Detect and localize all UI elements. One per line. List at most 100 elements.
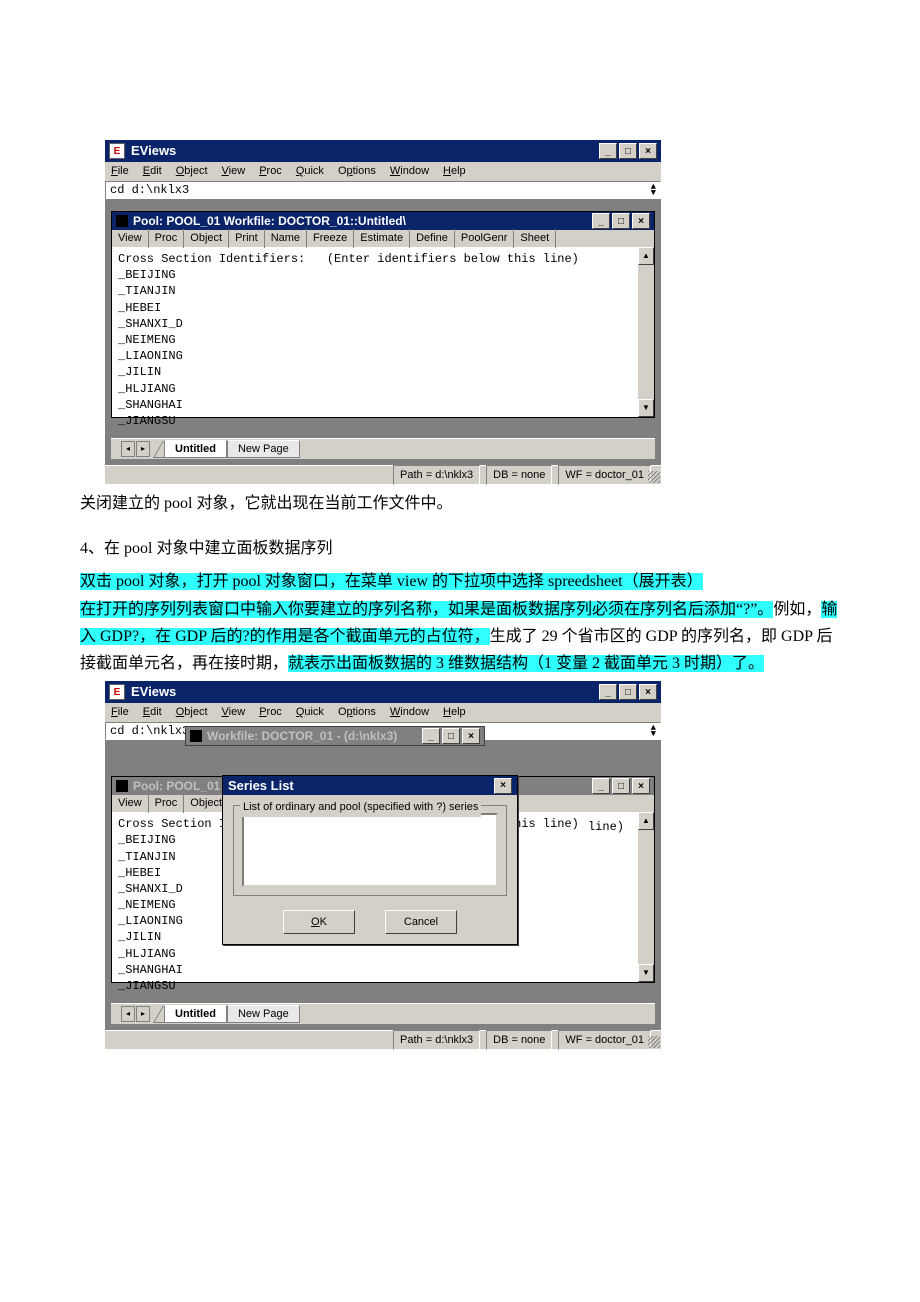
eviews-window-2: E EViews _ □ × File Edit Object View Pro… — [105, 681, 661, 1049]
tab-prev[interactable]: ◂ — [121, 1006, 135, 1022]
tb-object[interactable]: Object — [184, 229, 229, 248]
pool-minimize-button[interactable]: _ — [592, 213, 610, 229]
tb-estimate[interactable]: Estimate — [354, 229, 410, 248]
status-path: Path = d:\nklx3 — [393, 465, 480, 486]
command-text: cd d:\nklx3 — [110, 721, 189, 741]
close-button[interactable]: × — [639, 143, 657, 159]
pool-window-inactive: Pool: POOL_01 Workfile: DOCTOR_01::Untit… — [111, 776, 655, 983]
pool-window: Pool: POOL_01 Workfile: DOCTOR_01::Untit… — [111, 211, 655, 418]
series-list-dialog: Series List × List of ordinary and pool … — [222, 775, 518, 945]
tab-newpage[interactable]: New Page — [227, 1005, 300, 1023]
dialog-titlebar[interactable]: Series List × — [223, 776, 517, 795]
tb-name[interactable]: Name — [265, 229, 307, 248]
wf-maximize-button[interactable]: □ — [442, 728, 460, 744]
menu-help[interactable]: Help — [443, 703, 466, 722]
menu-window[interactable]: Window — [390, 703, 429, 722]
command-scroll[interactable]: ▲▼ — [651, 725, 656, 737]
pool-minimize-button[interactable]: _ — [592, 778, 610, 794]
visible-text-fragment: line) — [588, 817, 624, 837]
menu-view[interactable]: View — [222, 703, 246, 722]
status-bar: Path = d:\nklx3 DB = none WF = doctor_01 — [105, 1030, 661, 1049]
pool-titlebar[interactable]: Pool: POOL_01 Workfile: DOCTOR_01::Untit… — [112, 212, 654, 230]
status-wf: WF = doctor_01 — [558, 465, 651, 486]
para-close-pool: 关闭建立的 pool 对象，它就出现在当前工作文件中。 — [80, 490, 840, 517]
mdi-area: Pool: POOL_01 Workfile: DOCTOR_01::Untit… — [105, 199, 661, 465]
ok-button[interactable]: OK — [283, 910, 355, 934]
hl-instruction-1: 双击 pool 对象，打开 pool 对象窗口，在菜单 view 的下拉项中选择… — [80, 573, 703, 590]
tab-prev[interactable]: ◂ — [121, 441, 135, 457]
minimize-button[interactable]: _ — [599, 684, 617, 700]
resize-grip-icon[interactable] — [648, 471, 660, 483]
command-text: cd d:\nklx3 — [110, 180, 189, 200]
menu-options[interactable]: Options — [338, 703, 376, 722]
command-input[interactable]: cd d:\nklx3 ▲▼ — [105, 181, 661, 199]
tab-untitled[interactable]: Untitled — [164, 1005, 227, 1023]
tb-proc[interactable]: Proc — [149, 229, 185, 248]
series-fieldset: List of ordinary and pool (specified wit… — [233, 805, 507, 896]
tab-next[interactable]: ▸ — [136, 1006, 150, 1022]
workfile-window-inactive[interactable]: Workfile: DOCTOR_01 - (d:\nklx3) _ □ × — [185, 726, 485, 746]
menu-window[interactable]: Window — [390, 162, 429, 181]
app-icon: E — [109, 684, 125, 700]
titlebar[interactable]: E EViews _ □ × — [105, 140, 661, 162]
status-db: DB = none — [486, 465, 552, 486]
eviews-window-1: E EViews _ □ × File Edit Object View Pro… — [105, 140, 661, 484]
tb-view[interactable]: View — [112, 794, 149, 813]
menu-edit[interactable]: Edit — [143, 162, 162, 181]
maximize-button[interactable]: □ — [619, 143, 637, 159]
pool-icon — [116, 215, 128, 227]
tb-sheet[interactable]: Sheet — [514, 229, 556, 248]
menu-help[interactable]: Help — [443, 162, 466, 181]
menu-options[interactable]: Options — [338, 162, 376, 181]
pool-maximize-button[interactable]: □ — [612, 778, 630, 794]
menu-edit[interactable]: Edit — [143, 703, 162, 722]
menu-file[interactable]: File — [111, 162, 129, 181]
tab-untitled[interactable]: Untitled — [164, 440, 227, 458]
close-button[interactable]: × — [639, 684, 657, 700]
command-scroll[interactable]: ▲▼ — [651, 184, 656, 196]
pool-title: Pool: POOL_01 Workfile: DOCTOR_01::Untit… — [133, 211, 592, 231]
tb-poolgenr[interactable]: PoolGenr — [455, 229, 514, 248]
workfile-title: Workfile: DOCTOR_01 - (d:\nklx3) — [207, 726, 422, 746]
hl-instruction-2e: 就表示出面板数据的 3 维数据结构（1 变量 2 截面单元 3 时期）了。 — [288, 655, 764, 672]
dialog-close-button[interactable]: × — [494, 778, 512, 794]
tab-newpage[interactable]: New Page — [227, 440, 300, 458]
tb-view[interactable]: View — [112, 229, 149, 248]
pool-close-button[interactable]: × — [632, 213, 650, 229]
hl-instruction-2a: 在打开的序列列表窗口中输入你要建立的序列名称，如果是面板数据序列必须在序列名后添… — [80, 601, 773, 618]
titlebar[interactable]: E EViews _ □ × — [105, 681, 661, 703]
tab-next[interactable]: ▸ — [136, 441, 150, 457]
status-db: DB = none — [486, 1030, 552, 1051]
workfile-tabs: ◂ ▸ Untitled New Page — [111, 1003, 655, 1024]
series-input[interactable] — [242, 813, 498, 887]
menu-quick[interactable]: Quick — [296, 162, 324, 181]
resize-grip-icon[interactable] — [648, 1036, 660, 1048]
menu-quick[interactable]: Quick — [296, 703, 324, 722]
menu-object[interactable]: Object — [176, 162, 208, 181]
tb-define[interactable]: Define — [410, 229, 455, 248]
pool-maximize-button[interactable]: □ — [612, 213, 630, 229]
menu-bar: File Edit Object View Proc Quick Options… — [105, 162, 661, 181]
pool-textarea[interactable]: Cross Section Identifiers: (Enter identi… — [112, 247, 638, 417]
status-wf: WF = doctor_01 — [558, 1030, 651, 1051]
menu-object[interactable]: Object — [176, 703, 208, 722]
tb-print[interactable]: Print — [229, 229, 265, 248]
maximize-button[interactable]: □ — [619, 684, 637, 700]
pool-icon — [116, 780, 128, 792]
para-step4: 4、在 pool 对象中建立面板数据序列 — [80, 535, 840, 562]
menu-proc[interactable]: Proc — [259, 703, 282, 722]
minimize-button[interactable]: _ — [599, 143, 617, 159]
tb-proc[interactable]: Proc — [149, 794, 185, 813]
dialog-title: Series List — [228, 775, 494, 797]
menu-file[interactable]: File — [111, 703, 129, 722]
wf-minimize-button[interactable]: _ — [422, 728, 440, 744]
tb-freeze[interactable]: Freeze — [307, 229, 354, 248]
cancel-button[interactable]: Cancel — [385, 910, 457, 934]
scrollbar[interactable]: ▲▼ — [638, 247, 654, 417]
menu-view[interactable]: View — [222, 162, 246, 181]
pool-close-button[interactable]: × — [632, 778, 650, 794]
scrollbar[interactable]: ▲▼ — [638, 812, 654, 982]
menu-proc[interactable]: Proc — [259, 162, 282, 181]
workfile-tabs: ◂ ▸ Untitled New Page — [111, 438, 655, 459]
wf-close-button[interactable]: × — [462, 728, 480, 744]
